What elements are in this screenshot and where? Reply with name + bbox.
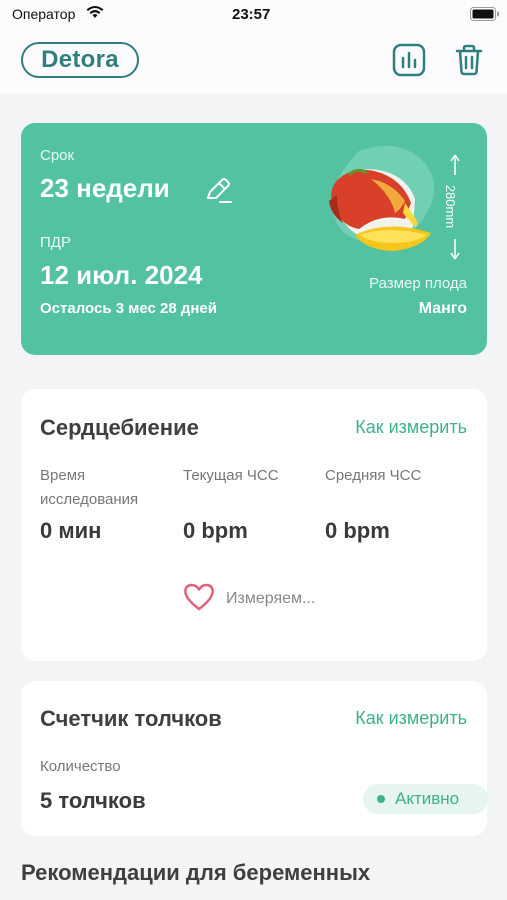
status-badge-label: Активно — [395, 789, 460, 808]
wifi-icon — [86, 5, 104, 24]
kick-counter-how-to-link[interactable]: Как измерить — [355, 708, 467, 729]
kick-counter-card: Счетчик толчков Как измерить Количество … — [21, 681, 488, 836]
kick-count-value: 5 толчков — [40, 788, 146, 813]
stat-label-line1: Время — [40, 467, 86, 484]
stat-current-hr-value: 0 bpm — [183, 518, 248, 543]
heartbeat-title: Сердцебиение — [40, 415, 199, 440]
term-label: Срок — [40, 147, 75, 164]
stat-duration: Время исследования — [40, 464, 138, 512]
stat-label-line2: исследования — [40, 491, 139, 508]
kick-counter-title: Счетчик толчков — [40, 706, 222, 731]
term-value: 23 недели — [40, 173, 170, 203]
battery-icon — [470, 7, 500, 26]
edit-pencil-icon[interactable] — [203, 175, 233, 210]
status-badge: Активно — [363, 784, 488, 814]
status-dot — [377, 795, 385, 803]
bar-chart-icon[interactable] — [392, 43, 426, 77]
heartbeat-card: Сердцебиение Как измерить Время исследов… — [21, 389, 487, 661]
pregnancy-term-card[interactable]: Срок 23 недели ПДР 12 июл. 2024 Осталось… — [21, 123, 487, 355]
stat-current-hr-label: Текущая ЧСС — [183, 467, 279, 484]
stat-average-hr-value: 0 bpm — [325, 518, 390, 543]
kick-count-label: Количество — [40, 758, 121, 775]
app-logo: Detora — [21, 42, 139, 78]
carrier-name: Оператор — [12, 6, 76, 22]
clock: 23:57 — [232, 6, 271, 23]
recommendations-title: Рекомендации для беременных — [21, 860, 371, 885]
heartbeat-how-to-link[interactable]: Как измерить — [355, 417, 467, 438]
app-header: Detora — [0, 30, 507, 94]
fruit-size-value: 280mm — [443, 184, 459, 229]
fruit-size-label: Размер плода — [369, 275, 467, 292]
stat-average-hr-label: Средняя ЧСС — [325, 467, 422, 484]
measuring-status: Измеряем... — [226, 590, 316, 607]
stat-duration-value: 0 мин — [40, 518, 102, 543]
trash-icon[interactable] — [452, 43, 486, 77]
due-date-value: 12 июл. 2024 — [40, 260, 203, 290]
mango-icon — [319, 143, 441, 260]
due-date-label: ПДР — [40, 234, 71, 251]
heart-icon — [183, 583, 215, 616]
status-bar: Оператор 23:57 — [0, 0, 507, 30]
remaining-time: Осталось 3 мес 28 дней — [40, 300, 217, 317]
fruit-name: Манго — [418, 300, 467, 317]
